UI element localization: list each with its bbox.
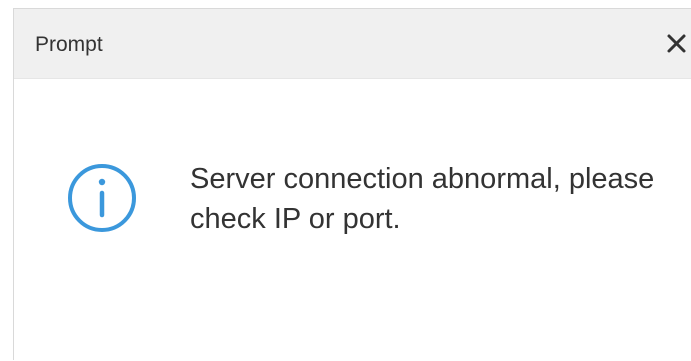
dialog-titlebar: Prompt <box>14 9 691 79</box>
dialog-message: Server connection abnormal, please check… <box>190 163 655 235</box>
close-button[interactable] <box>665 27 689 59</box>
info-circle-icon <box>68 164 136 232</box>
dialog-body: Server connection abnormal, please check… <box>14 79 691 361</box>
prompt-dialog: Prompt Server connection abnormal, pleas… <box>13 8 691 360</box>
dialog-title: Prompt <box>35 33 103 56</box>
close-icon <box>667 34 686 53</box>
